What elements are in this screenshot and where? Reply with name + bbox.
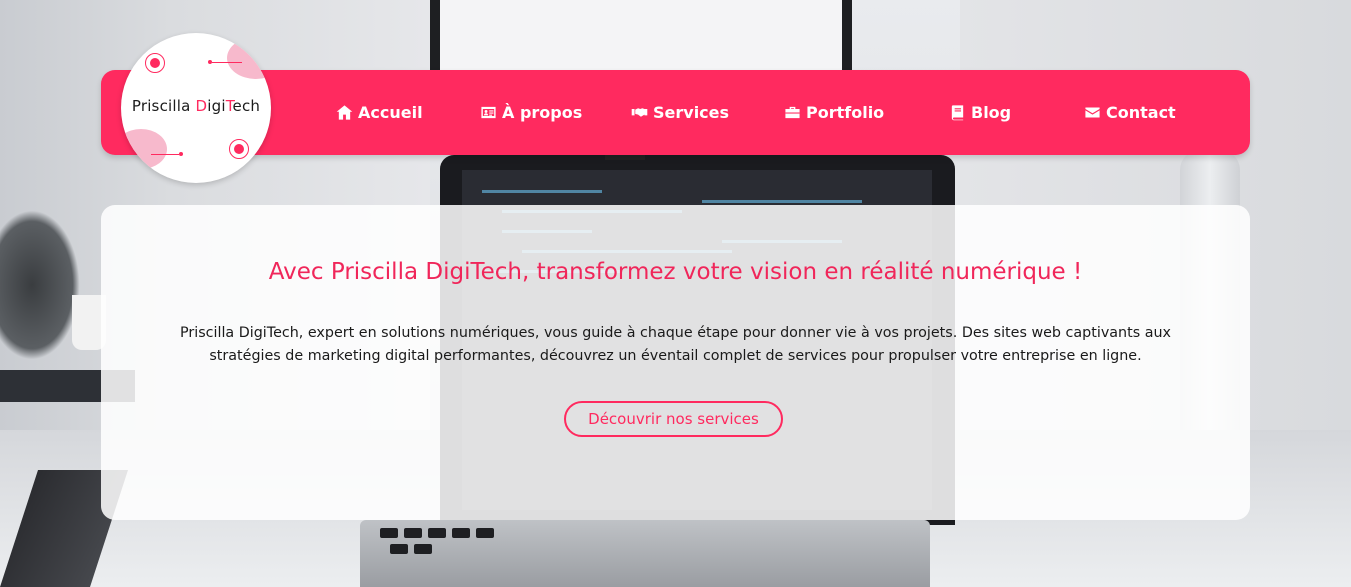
nav-item-blog[interactable]: Blog <box>949 101 1011 123</box>
nav-item-label: Contact <box>1106 102 1176 122</box>
hero-card: Avec Priscilla DigiTech, transformez vot… <box>101 205 1250 520</box>
logo-decoration <box>212 62 242 63</box>
envelope-icon <box>1085 107 1100 117</box>
nav-item-label: Portfolio <box>806 102 885 122</box>
nav-item-label: Blog <box>971 102 1012 122</box>
id-card-icon <box>481 106 496 118</box>
nav-item-contact[interactable]: Contact <box>1084 101 1176 123</box>
logo-decoration <box>150 58 160 68</box>
home-icon <box>336 104 353 120</box>
logo-decoration <box>179 152 183 156</box>
nav-item-accueil[interactable]: Accueil <box>336 101 423 123</box>
nav-item-a-propos[interactable]: À propos <box>480 101 582 123</box>
logo-decoration <box>151 154 179 155</box>
background-monitor <box>430 0 852 80</box>
nav-item-label: Services <box>653 102 730 122</box>
logo-decoration <box>121 129 167 169</box>
book-icon <box>951 104 964 120</box>
page: Priscilla DigiTech Accueil À propos Serv… <box>0 0 1351 587</box>
logo[interactable]: Priscilla DigiTech <box>121 33 271 183</box>
logo-text: Priscilla DigiTech <box>131 97 261 115</box>
nav-item-services[interactable]: Services <box>631 101 729 123</box>
nav-item-label: À propos <box>502 102 583 122</box>
nav-item-label: Accueil <box>358 102 423 122</box>
hero-description: Priscilla DigiTech, expert en solutions … <box>179 325 1171 364</box>
background-laptop-base <box>360 520 930 587</box>
background-plant <box>0 210 80 360</box>
logo-decoration <box>227 37 271 79</box>
logo-decoration <box>234 144 244 154</box>
hero-title: Avec Priscilla DigiTech, transformez vot… <box>268 259 1083 285</box>
briefcase-icon <box>785 106 800 118</box>
discover-services-button[interactable]: Découvrir nos services <box>564 401 783 437</box>
handshake-icon <box>631 107 648 117</box>
nav-item-portfolio[interactable]: Portfolio <box>784 101 884 123</box>
